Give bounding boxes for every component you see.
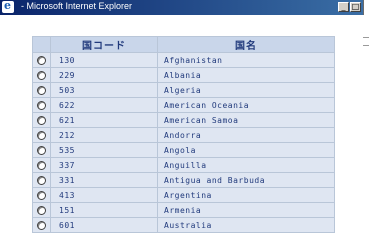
table-row[interactable]: 337 Anguilla bbox=[32, 157, 335, 173]
country-code-table: 国コード 国名 130 Afghanistan 229 Albania 503 … bbox=[32, 36, 335, 233]
select-column-header bbox=[32, 36, 51, 53]
table-row[interactable]: 413 Argentina bbox=[32, 187, 335, 203]
country-name: Argentina bbox=[157, 187, 335, 203]
country-code: 229 bbox=[50, 67, 158, 83]
country-radio-button[interactable] bbox=[37, 220, 46, 230]
table-row[interactable]: 535 Angola bbox=[32, 142, 335, 158]
table-row[interactable]: 503 Algeria bbox=[32, 82, 335, 98]
country-name-column-header: 国名 bbox=[157, 36, 335, 53]
country-code: 622 bbox=[50, 97, 158, 113]
table-row[interactable]: 130 Afghanistan bbox=[32, 52, 335, 68]
country-name: American Oceania bbox=[157, 97, 335, 113]
table-row[interactable]: 229 Albania bbox=[32, 67, 335, 83]
radio-cell[interactable] bbox=[32, 52, 51, 68]
radio-cell[interactable] bbox=[32, 202, 51, 218]
radio-cell[interactable] bbox=[32, 67, 51, 83]
country-code: 130 bbox=[50, 52, 158, 68]
table-row[interactable]: 331 Antigua and Barbuda bbox=[32, 172, 335, 188]
radio-cell[interactable] bbox=[32, 97, 51, 113]
country-radio-button[interactable] bbox=[37, 130, 46, 140]
country-name: Anguilla bbox=[157, 157, 335, 173]
country-code: 331 bbox=[50, 172, 158, 188]
country-code: 503 bbox=[50, 82, 158, 98]
table-row[interactable]: 212 Andorra bbox=[32, 127, 335, 143]
country-name: Antigua and Barbuda bbox=[157, 172, 335, 188]
country-radio-button[interactable] bbox=[37, 100, 46, 110]
country-code: 413 bbox=[50, 187, 158, 203]
country-code: 621 bbox=[50, 112, 158, 128]
country-radio-button[interactable] bbox=[37, 175, 46, 185]
table-row[interactable]: 622 American Oceania bbox=[32, 97, 335, 113]
country-name: Armenia bbox=[157, 202, 335, 218]
country-code: 601 bbox=[50, 217, 158, 233]
country-radio-button[interactable] bbox=[37, 160, 46, 170]
country-code: 535 bbox=[50, 142, 158, 158]
country-code: 212 bbox=[50, 127, 158, 143]
table-row[interactable]: 601 Australia bbox=[32, 217, 335, 233]
radio-cell[interactable] bbox=[32, 217, 51, 233]
country-code-column-header: 国コード bbox=[50, 36, 158, 53]
radio-cell[interactable] bbox=[32, 142, 51, 158]
country-name: American Samoa bbox=[157, 112, 335, 128]
country-name: Australia bbox=[157, 217, 335, 233]
country-name: Angola bbox=[157, 142, 335, 158]
country-code: 151 bbox=[50, 202, 158, 218]
title-bar[interactable]: - Microsoft Internet Explorer _ □ bbox=[0, 0, 363, 15]
window-title: - Microsoft Internet Explorer bbox=[21, 1, 133, 11]
radio-cell[interactable] bbox=[32, 157, 51, 173]
radio-cell[interactable] bbox=[32, 187, 51, 203]
country-name: Andorra bbox=[157, 127, 335, 143]
country-radio-button[interactable] bbox=[37, 205, 46, 215]
radio-cell[interactable] bbox=[32, 172, 51, 188]
country-name: Afghanistan bbox=[157, 52, 335, 68]
minimize-button[interactable]: _ bbox=[338, 2, 349, 12]
country-code: 337 bbox=[50, 157, 158, 173]
country-radio-button[interactable] bbox=[37, 55, 46, 65]
country-radio-button[interactable] bbox=[37, 190, 46, 200]
country-name: Albania bbox=[157, 67, 335, 83]
country-name: Algeria bbox=[157, 82, 335, 98]
browser-window: - Microsoft Internet Explorer _ □ 国コード 国… bbox=[0, 0, 364, 241]
internet-explorer-icon bbox=[2, 0, 14, 13]
window-right-edge bbox=[363, 15, 369, 241]
country-radio-button[interactable] bbox=[37, 85, 46, 95]
table-row[interactable]: 621 American Samoa bbox=[32, 112, 335, 128]
table-row[interactable]: 151 Armenia bbox=[32, 202, 335, 218]
radio-cell[interactable] bbox=[32, 82, 51, 98]
maximize-button[interactable]: □ bbox=[350, 2, 361, 12]
country-radio-button[interactable] bbox=[37, 70, 46, 80]
table-header-row: 国コード 国名 bbox=[32, 36, 335, 53]
country-radio-button[interactable] bbox=[37, 145, 46, 155]
radio-cell[interactable] bbox=[32, 127, 51, 143]
radio-cell[interactable] bbox=[32, 112, 51, 128]
country-radio-button[interactable] bbox=[37, 115, 46, 125]
